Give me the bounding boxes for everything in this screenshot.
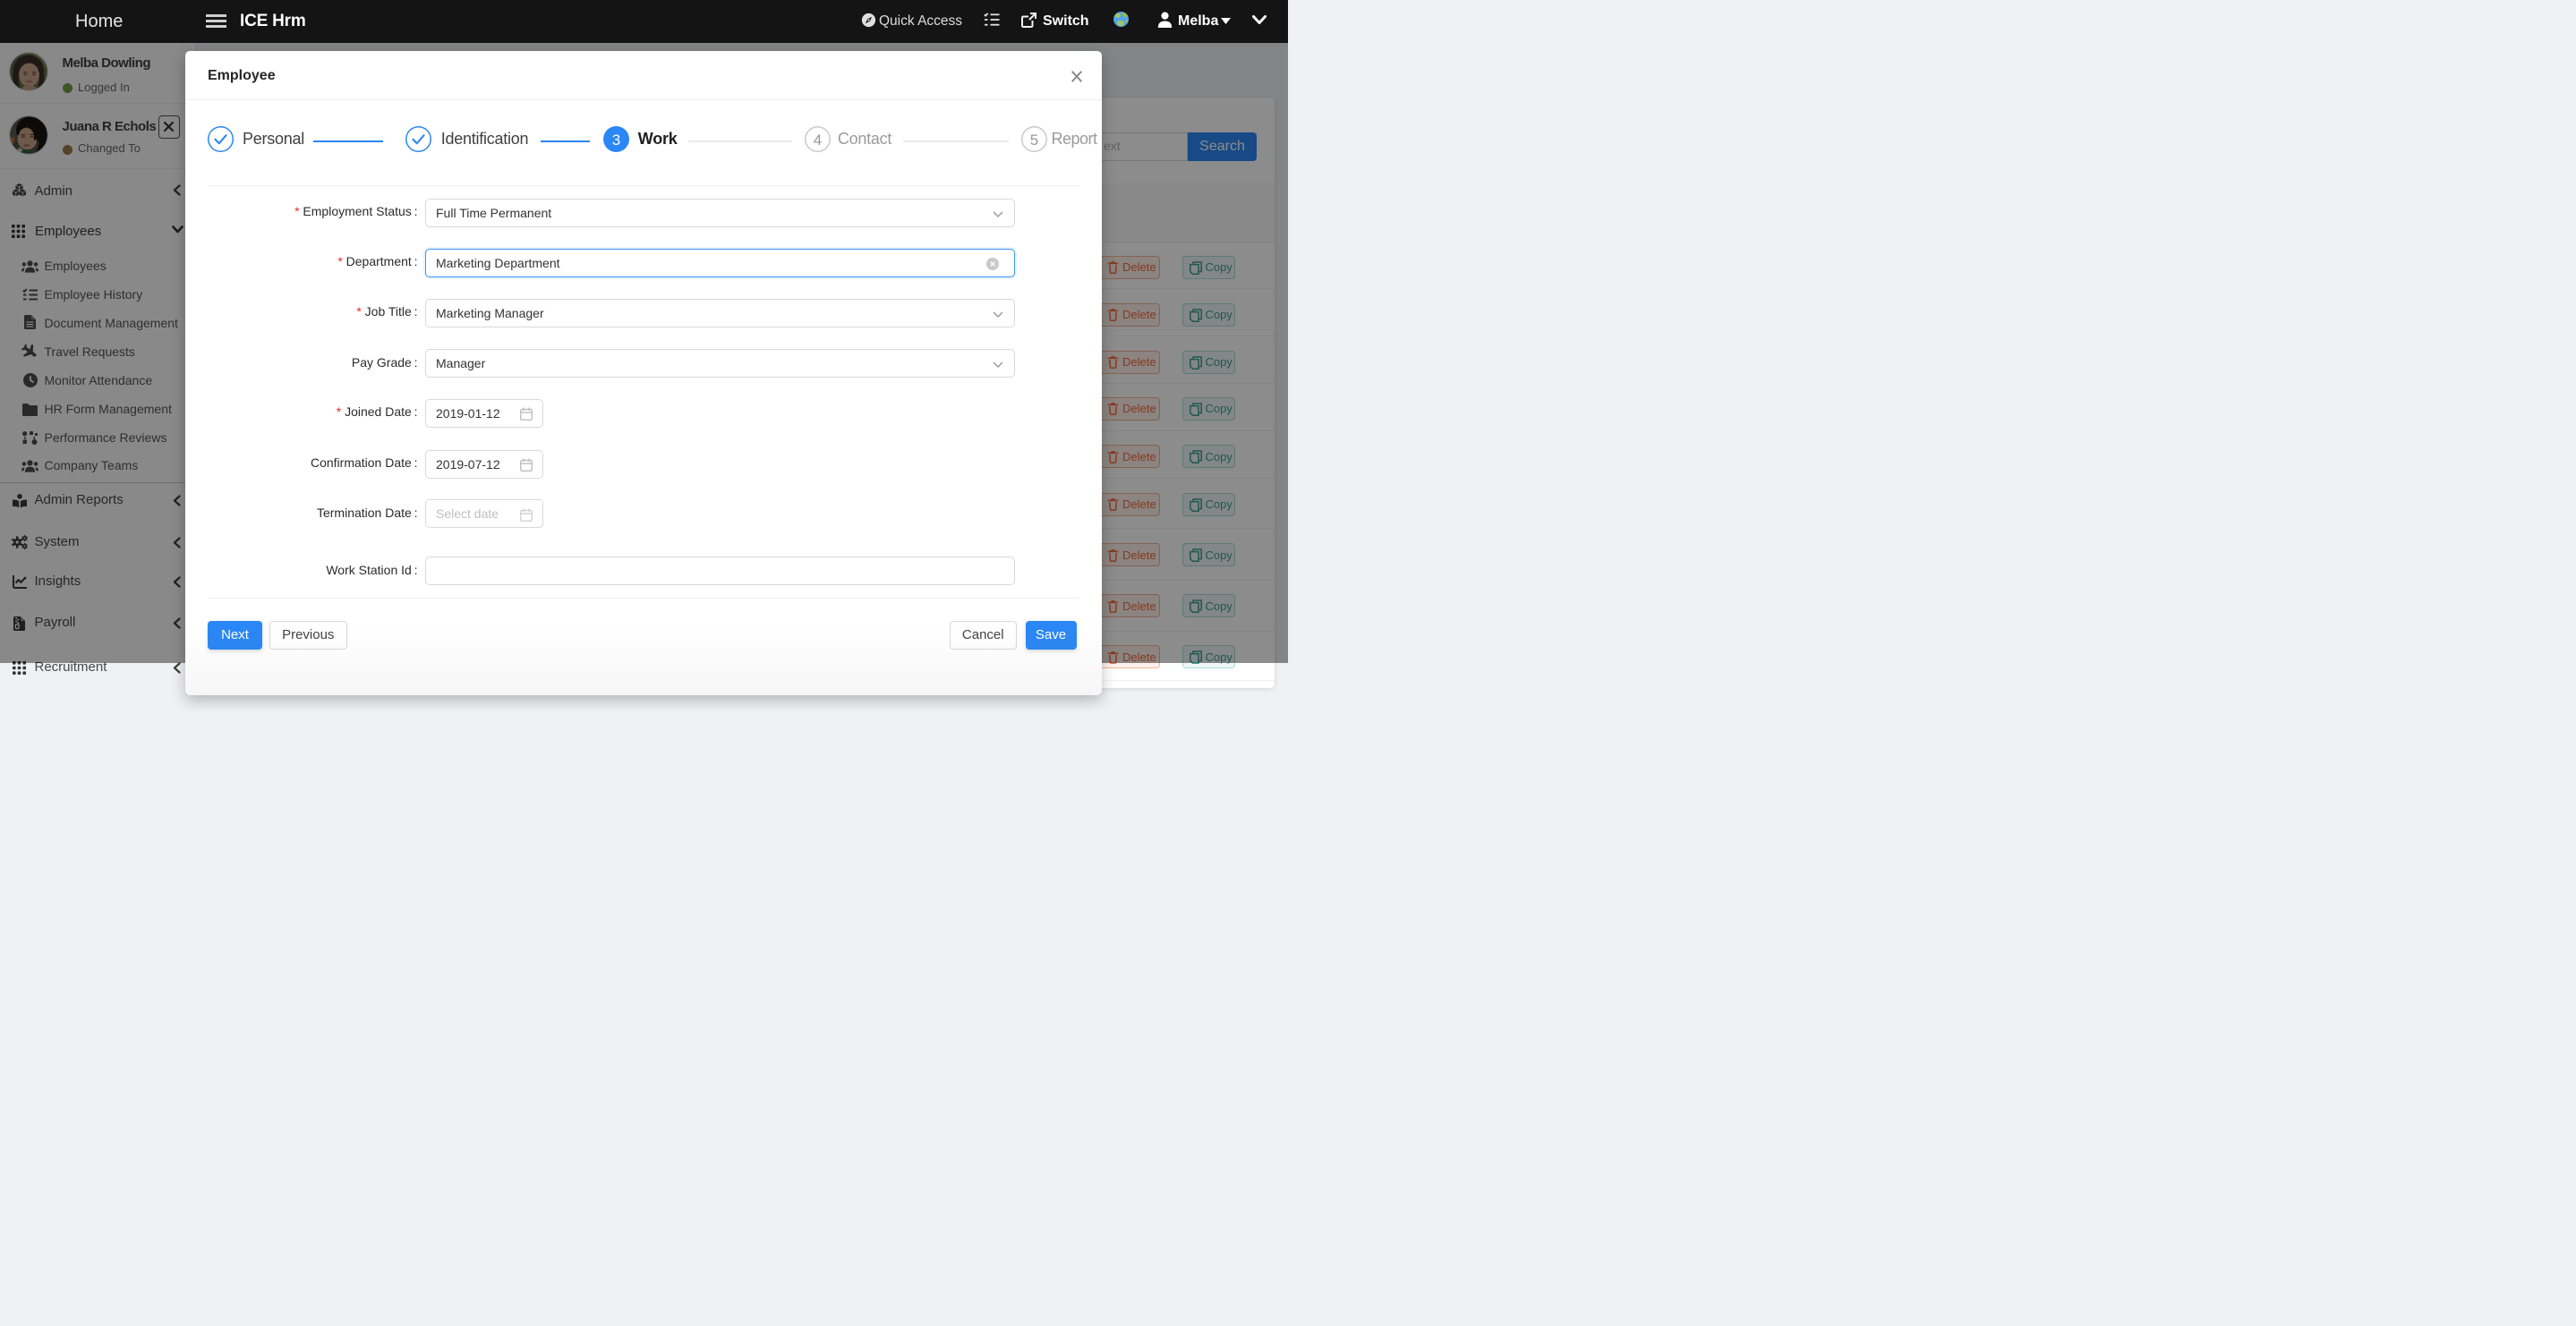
svg-text:4: 4 [814, 131, 822, 148]
svg-text:3: 3 [611, 131, 619, 148]
svg-text:5: 5 [1030, 131, 1038, 148]
